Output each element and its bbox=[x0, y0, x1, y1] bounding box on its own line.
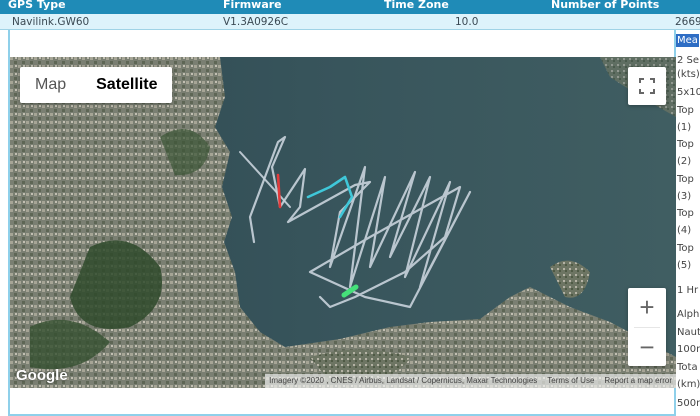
stat-label: Alph bbox=[677, 309, 700, 320]
stat-label: Top bbox=[677, 139, 694, 150]
header-number-of-points: Number of Points bbox=[551, 0, 660, 11]
zoom-control: + − bbox=[628, 288, 666, 366]
fullscreen-icon bbox=[639, 78, 655, 94]
stat-label: 1 Hr bbox=[677, 285, 699, 296]
stat-label: 100m bbox=[677, 344, 700, 355]
zoom-out-button[interactable]: − bbox=[628, 328, 666, 367]
table-header: GPS Type Firmware Time Zone Number of Po… bbox=[0, 0, 700, 14]
stat-label: (kts) bbox=[677, 69, 700, 80]
stats-sidebar: Mea 2 Se (kts) 5x10 Top (1) Top (2) Top … bbox=[676, 30, 700, 416]
stat-label: 5x10 bbox=[677, 87, 700, 98]
stat-label: Naut bbox=[677, 327, 700, 338]
cell-time-zone: 10.0 bbox=[455, 16, 479, 28]
zoom-in-button[interactable]: + bbox=[628, 288, 666, 327]
stat-label: (3) bbox=[677, 191, 692, 202]
map-type-map-button[interactable]: Map bbox=[20, 67, 81, 103]
terms-of-use-link[interactable]: Terms of Use bbox=[547, 374, 594, 388]
stat-label: Top bbox=[677, 208, 694, 219]
map-type-control: Map Satellite bbox=[20, 67, 173, 103]
cell-firmware: V1.3A0926C bbox=[223, 16, 289, 28]
stat-label: 2 Se bbox=[677, 55, 700, 66]
map-type-satellite-button[interactable]: Satellite bbox=[81, 67, 172, 103]
stat-label: Tota bbox=[677, 362, 698, 373]
map-imagery bbox=[10, 57, 676, 388]
cell-gps-type: Navilink.GW60 bbox=[12, 16, 90, 28]
header-time-zone: Time Zone bbox=[384, 0, 449, 11]
stat-label: (km) bbox=[677, 379, 700, 390]
stat-label: (2) bbox=[677, 156, 692, 167]
report-map-error-link[interactable]: Report a map error bbox=[604, 374, 672, 388]
stats-tab-mean[interactable]: Mea bbox=[676, 34, 699, 47]
stat-label: (1) bbox=[677, 122, 692, 133]
stat-label: (4) bbox=[677, 225, 692, 236]
header-gps-type: GPS Type bbox=[8, 0, 66, 11]
imagery-credit: Imagery ©2020 , CNES / Airbus, Landsat /… bbox=[269, 376, 538, 385]
cell-number-of-points: 2669 bbox=[675, 16, 700, 28]
stat-label: (5) bbox=[677, 260, 692, 271]
stat-label: Top bbox=[677, 105, 694, 116]
table-row: Navilink.GW60 V1.3A0926C 10.0 2669 bbox=[0, 14, 700, 30]
map-attribution: Imagery ©2020 , CNES / Airbus, Landsat /… bbox=[265, 374, 676, 388]
satellite-map[interactable]: Map Satellite + − Google Imagery ©2020 ,… bbox=[10, 57, 676, 388]
stat-label: Top bbox=[677, 243, 694, 254]
google-logo: Google bbox=[16, 367, 68, 384]
header-firmware: Firmware bbox=[223, 0, 282, 11]
stat-label: Top bbox=[677, 174, 694, 185]
fullscreen-button[interactable] bbox=[628, 67, 666, 105]
stat-label: 500m bbox=[677, 398, 700, 409]
